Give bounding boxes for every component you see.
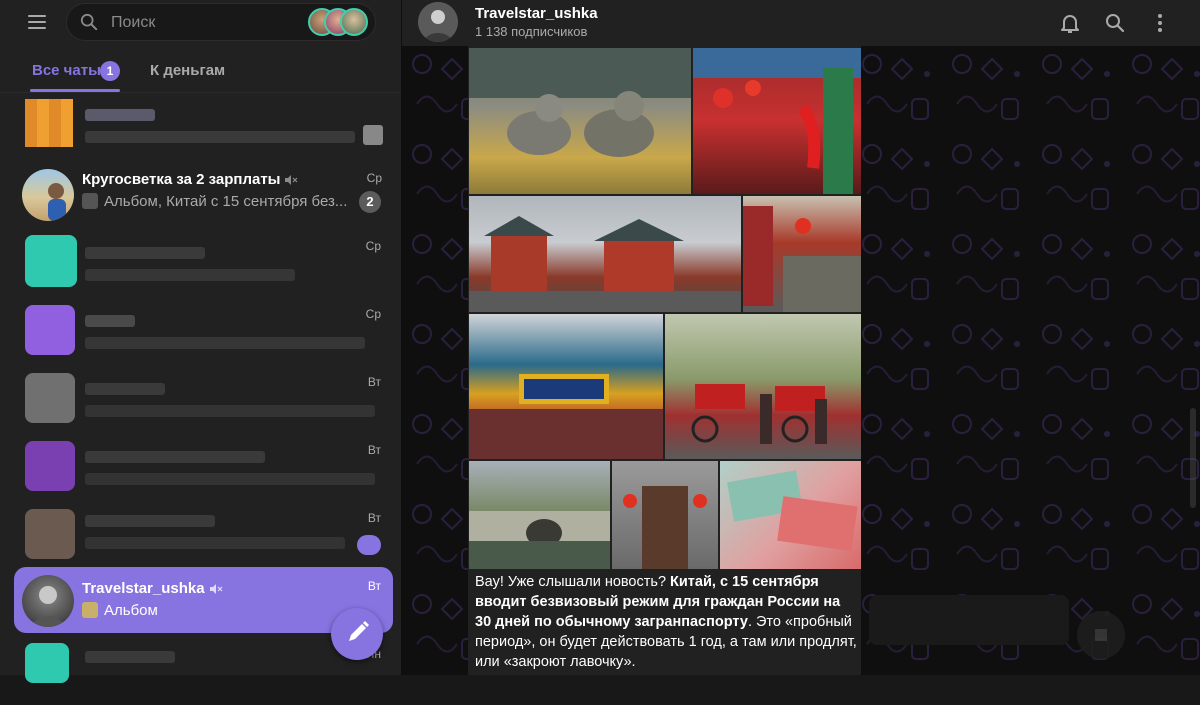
- hutong-image: [743, 206, 861, 312]
- chat-row-blurred[interactable]: Вт: [0, 365, 401, 433]
- towers-image: [469, 216, 741, 312]
- avatar-blurred: [25, 373, 75, 423]
- chat-time: Ср: [366, 171, 382, 185]
- chat-time: Вт: [367, 511, 381, 525]
- album-photo-hutong[interactable]: [743, 196, 861, 312]
- chat-row-blurred[interactable]: [0, 93, 401, 161]
- blurred-preview: [85, 537, 345, 549]
- search-box[interactable]: [66, 3, 376, 41]
- chat-row-blurred[interactable]: Вт: [0, 433, 401, 501]
- chat-row-blurred[interactable]: Вт: [0, 501, 401, 569]
- subscriber-count: 1 138 подписчиков: [475, 24, 588, 39]
- blurred-preview: [85, 473, 375, 485]
- chat-title: Travelstar_ushka: [82, 580, 223, 597]
- active-tab-indicator: [30, 89, 120, 92]
- chat-preview: Альбом, Китай с 15 сентября без...: [82, 193, 347, 210]
- avatar-person-icon: [418, 2, 458, 42]
- blurred-title: [85, 383, 165, 395]
- chat-time: Ср: [365, 239, 381, 253]
- album-photo-bridge[interactable]: [469, 461, 610, 569]
- blurred-title: [85, 247, 205, 259]
- blurred-preview: [85, 405, 375, 417]
- red-street-image: [693, 48, 861, 194]
- tab-all-chats[interactable]: Все чаты: [32, 62, 101, 79]
- avatar-blurred: [25, 235, 77, 287]
- unread-count-badge: 2: [359, 191, 381, 213]
- sidebar-topbar: [0, 0, 401, 44]
- chat-row-blurred[interactable]: Ср: [0, 229, 401, 297]
- banknotes-image: [727, 470, 858, 552]
- channel-title[interactable]: Travelstar_ushka: [475, 5, 598, 22]
- album-photo-statues[interactable]: [469, 48, 691, 194]
- muted-icon: [285, 175, 298, 186]
- folder-tabs: Все чаты 1 К деньгам: [0, 52, 401, 93]
- avatar-blurred: [25, 643, 69, 683]
- avatar-blurred: [25, 441, 75, 491]
- avatar-blurred: [25, 305, 75, 355]
- tab-unread-badge: 1: [100, 61, 120, 81]
- blurred-preview: [85, 269, 295, 281]
- avatar-person-icon: [48, 183, 66, 221]
- album-photo-rickshaws[interactable]: [665, 314, 861, 459]
- avatar-blurred: [25, 99, 73, 147]
- bridge-image: [469, 511, 610, 569]
- story-avatar[interactable]: [340, 8, 368, 36]
- chat-preview: Альбом: [82, 602, 158, 619]
- album-photo-towers[interactable]: [469, 196, 741, 312]
- stories-avatars[interactable]: [308, 8, 372, 38]
- rickshaws-image: [691, 384, 827, 444]
- blurred-block: [869, 595, 1069, 645]
- blurred-title: [85, 651, 175, 663]
- chat-time: Вт: [367, 579, 381, 593]
- scroll-down-button[interactable]: [1077, 611, 1125, 659]
- more-vertical-icon[interactable]: [1148, 11, 1172, 35]
- blurred-preview: [85, 131, 355, 143]
- blurred-title: [85, 515, 215, 527]
- chat-time: Ср: [365, 307, 381, 321]
- doorway-image: [623, 486, 707, 569]
- chat-row[interactable]: Кругосветка за 2 зарплаты Альбом, Китай …: [0, 161, 401, 229]
- blurred-title: [85, 451, 265, 463]
- avatar-person-icon: [32, 586, 64, 627]
- album-photo-red-street[interactable]: [693, 48, 861, 194]
- statues-image: [469, 48, 691, 157]
- channel-avatar[interactable]: [418, 2, 458, 42]
- blurred-badge: [363, 125, 383, 145]
- search-input[interactable]: [109, 11, 303, 35]
- hamburger-menu-icon[interactable]: [28, 10, 54, 34]
- album-photo-doorway[interactable]: [612, 461, 718, 569]
- avatar-blurred: [25, 509, 75, 559]
- chat-title: Кругосветка за 2 зарплаты: [82, 171, 298, 188]
- search-icon[interactable]: [1103, 11, 1127, 35]
- blurred-badge: [357, 535, 381, 555]
- chevron-down-icon: [1095, 629, 1107, 641]
- muted-icon: [209, 584, 223, 595]
- album-photo-gate[interactable]: [469, 314, 663, 459]
- pencil-icon: [349, 621, 369, 641]
- chat-list-sidebar: Все чаты 1 К деньгам Кругосветка за 2 за…: [0, 0, 401, 683]
- scrollbar-thumb[interactable]: [1190, 408, 1196, 508]
- blurred-message: [869, 590, 1069, 650]
- new-message-fab[interactable]: [331, 608, 383, 660]
- chat-row-blurred[interactable]: Ср: [0, 297, 401, 365]
- chat-time: Вт: [367, 443, 381, 457]
- blurred-title: [85, 315, 135, 327]
- chat-avatar: [22, 575, 74, 627]
- chat-header: Travelstar_ushka 1 138 подписчиков: [402, 0, 1200, 46]
- blurred-title: [85, 109, 155, 121]
- chat-scrollbar[interactable]: [1190, 48, 1196, 675]
- gate-image: [469, 374, 663, 459]
- bell-icon[interactable]: [1058, 11, 1082, 35]
- tab-k-dengam[interactable]: К деньгам: [150, 62, 225, 79]
- chat-avatar: [22, 169, 74, 221]
- album-thumb-icon: [82, 193, 98, 209]
- album-thumb-icon: [82, 602, 98, 618]
- blurred-preview: [85, 337, 365, 349]
- search-icon: [80, 13, 98, 31]
- chat-time: Вт: [367, 375, 381, 389]
- album-photo-banknotes[interactable]: [720, 461, 861, 569]
- message-caption: Вау! Уже слышали новость? Китай, с 15 се…: [475, 574, 857, 670]
